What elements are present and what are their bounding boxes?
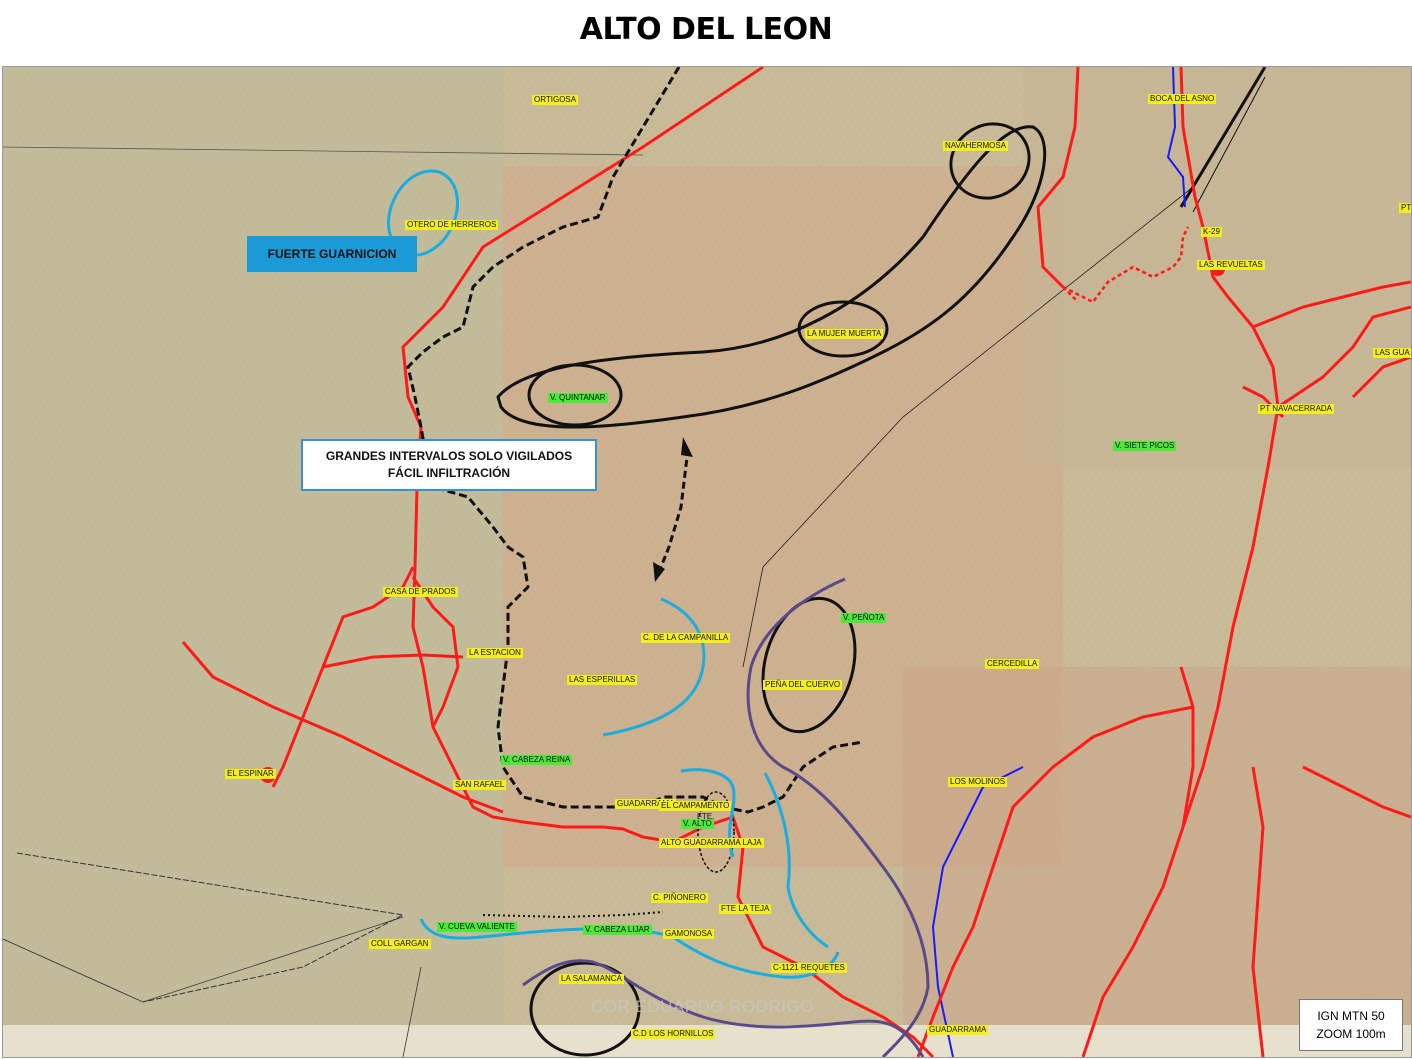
source-line-1: IGN MTN 50 — [1317, 1009, 1385, 1023]
label-casa-prados: CASA DE PRADOS — [383, 587, 458, 597]
label-las-revueltas: LAS REVUELTAS — [1197, 260, 1265, 270]
label-hornillos: C.D LOS HORNILLOS — [631, 1029, 716, 1039]
label-v-alto: V. ALTO — [681, 819, 714, 829]
label-cabeza-reina: V. CABEZA REINA — [501, 755, 573, 765]
label-el-campamento: EL CAMPAMENTO — [659, 801, 732, 811]
label-salamanca: LA SALAMANCA — [559, 974, 624, 984]
label-mujer-muerta: LA MUJER MUERTA — [805, 329, 884, 339]
map-canvas[interactable]: ORTIGOSA BOCA DEL ASNO NAVAHERMOSA OTERO… — [2, 66, 1412, 1058]
watermark: COR EDUARDO RODRIGO — [591, 997, 814, 1016]
label-boca-del-asno: BOCA DEL ASNO — [1148, 94, 1217, 104]
label-gamonosa: GAMONOSA — [663, 929, 715, 939]
label-pena-cuervo: PEÑA DEL CUERVO — [763, 680, 843, 690]
label-pt: PT — [1399, 203, 1412, 213]
annotation-line-2: FÁCIL INFILTRACIÓN — [387, 466, 511, 480]
annotation-fuerte-guarnicion: FUERTE GUARNICION — [247, 236, 417, 272]
label-navahermosa: NAVAHERMOSA — [943, 141, 1009, 151]
map-source-box: IGN MTN 50 ZOOM 100m — [1299, 999, 1403, 1051]
label-quintanar: V. QUINTANAR — [548, 393, 608, 403]
label-pinonero: C. PIÑONERO — [651, 893, 708, 903]
annotation-line-1: GRANDES INTERVALOS SOLO VIGILADOS — [325, 449, 573, 463]
label-el-espinar: EL ESPINAR — [225, 769, 276, 779]
annotation-grandes-intervalos: GRANDES INTERVALOS SOLO VIGILADOS FÁCIL … — [301, 439, 597, 491]
label-campanilla: C. DE LA CAMPANILLA — [641, 633, 731, 643]
label-ortigosa: ORTIGOSA — [532, 95, 579, 105]
source-line-2: ZOOM 100m — [1316, 1027, 1386, 1041]
label-la-estacion: LA ESTACION — [467, 648, 523, 658]
label-alto-guadarrama: ALTO GUADARRAMA LAJA — [659, 838, 764, 848]
label-otero: OTERO DE HERREROS — [405, 220, 499, 230]
label-penota: V. PEÑOTA — [841, 613, 887, 623]
label-cabeza-lijar: V. CABEZA LIJAR — [583, 925, 652, 935]
label-requetes: C-1121 REQUETES — [771, 963, 847, 973]
label-fte-teja: FTE LA TEJA — [719, 904, 772, 914]
label-guadarrama: GUADARRAMA — [927, 1025, 989, 1035]
label-esperillas: LAS ESPERILLAS — [567, 675, 638, 685]
label-siete-picos: V. SIETE PICOS — [1113, 441, 1177, 451]
label-las-gua: LAS GUA — [1373, 348, 1411, 358]
topographic-map — [3, 67, 1411, 1057]
label-cercedilla: CERCEDILLA — [985, 659, 1040, 669]
label-cueva-valiente: V. CUEVA VALIENTE — [437, 922, 517, 932]
label-k29: K-29 — [1201, 227, 1222, 237]
page-title: ALTO DEL LEON — [579, 12, 833, 47]
label-pt-navacerrada: PT NAVACERRADA — [1258, 404, 1335, 414]
label-los-molinos: LOS MOLINOS — [948, 777, 1008, 787]
label-coll-gargan: COLL GARGAN — [369, 939, 431, 949]
label-san-rafael: SAN RAFAEL — [453, 780, 507, 790]
